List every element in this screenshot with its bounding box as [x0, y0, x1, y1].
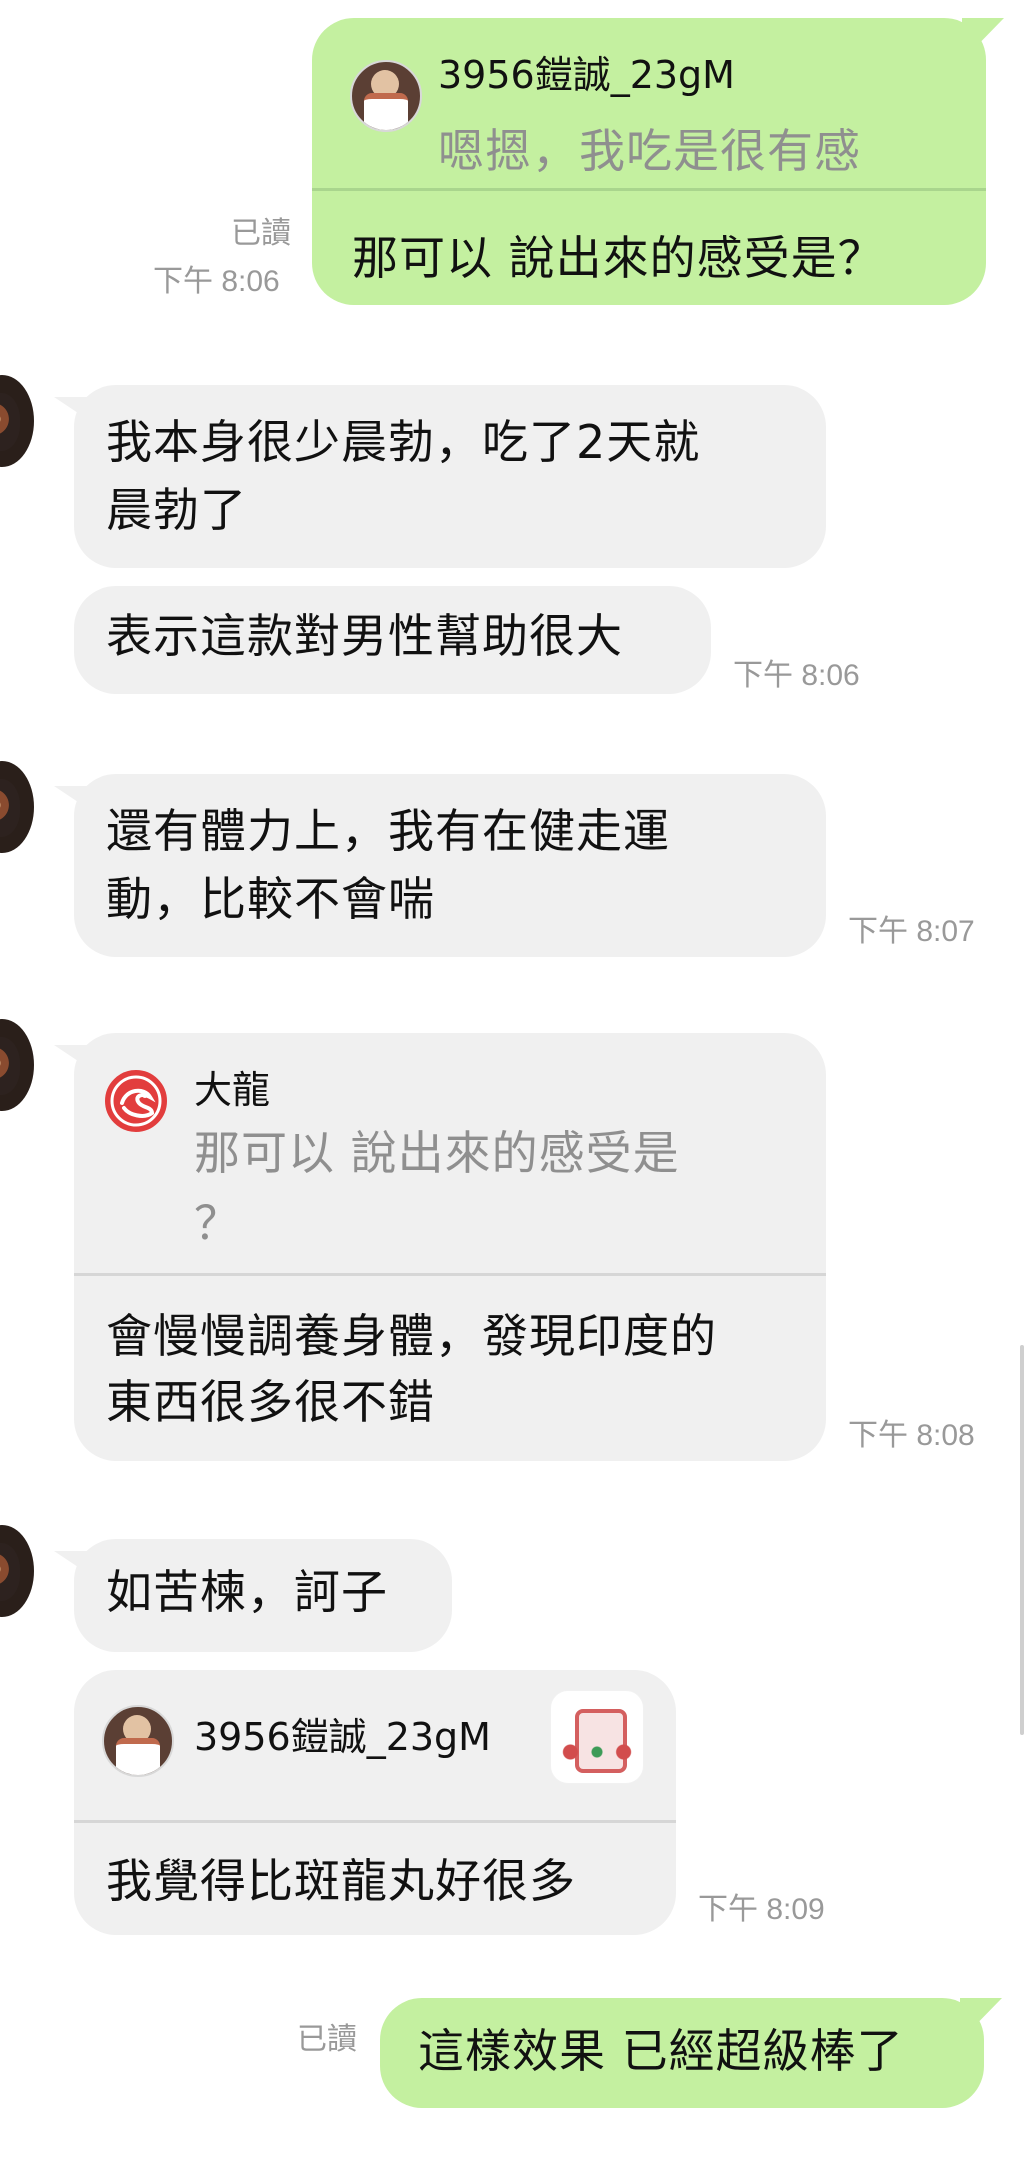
- quote-divider: [312, 188, 986, 191]
- dragon-symbol-icon: [110, 1075, 162, 1127]
- contact-avatar-icon[interactable]: [0, 761, 34, 853]
- message-line: 動，比較不會喘: [106, 872, 435, 926]
- quote-sender-name: 大龍: [194, 1068, 271, 1112]
- vertical-scrollbar[interactable]: [1020, 1345, 1024, 1735]
- contact-avatar-icon[interactable]: [0, 1525, 34, 1617]
- contact-avatar-icon[interactable]: [0, 1019, 34, 1111]
- message-line: 東西很多很不錯: [106, 1375, 435, 1429]
- message-text: 這樣效果 已經超級棒了: [418, 2024, 904, 2078]
- message-line: 晨勃了: [106, 483, 247, 537]
- message-time: 下午 8:08: [848, 1419, 975, 1452]
- message-text: 如苦楝，訶子: [106, 1565, 388, 1619]
- read-status: 已讀: [231, 217, 291, 250]
- received-message-bubble[interactable]: 我本身很少晨勃，吃了2天就 晨勃了: [54, 385, 826, 568]
- product-thumbnail-icon[interactable]: [550, 1690, 644, 1784]
- user-avatar-icon[interactable]: [350, 60, 422, 132]
- quote-sender-name: 3956鎧誠_23gM: [194, 1715, 491, 1759]
- quoted-message-line: 那可以 說出來的感受是: [194, 1126, 680, 1180]
- message-text: 那可以 說出來的感受是？: [352, 231, 885, 285]
- user-avatar-icon[interactable]: [102, 1705, 174, 1777]
- bubble-tail: [54, 1551, 96, 1579]
- bubble-tail: [960, 1998, 1002, 2026]
- received-message-bubble[interactable]: 還有體力上，我有在健走運 動，比較不會喘: [54, 774, 826, 957]
- contact-avatar-icon[interactable]: [0, 375, 34, 467]
- sent-message-bubble[interactable]: 3956鎧誠_23gM 嗯摁，我吃是很有感 那可以 說出來的感受是？: [312, 18, 1004, 305]
- quote-sender-name: 3956鎧誠_23gM: [438, 53, 735, 97]
- message-time: 下午 8:06: [733, 659, 860, 692]
- message-text: 我覺得比斑龍丸好很多: [106, 1854, 576, 1908]
- dragon-logo-icon[interactable]: [102, 1067, 170, 1135]
- message-line: 會慢慢調養身體，發現印度的: [106, 1309, 717, 1363]
- message-time: 下午 8:07: [848, 915, 975, 948]
- quote-divider: [74, 1273, 826, 1276]
- quoted-message-line: ？: [194, 1196, 241, 1250]
- bubble-tail: [54, 397, 96, 425]
- sent-message-bubble[interactable]: 這樣效果 已經超級棒了: [380, 1998, 1002, 2108]
- received-message-bubble[interactable]: 表示這款對男性幫助很大: [74, 586, 711, 694]
- received-message-bubble[interactable]: 如苦楝，訶子: [54, 1539, 452, 1652]
- bubble-tail: [962, 18, 1004, 46]
- message-line: 還有體力上，我有在健走運: [106, 804, 670, 858]
- message-line: 我本身很少晨勃，吃了2天就: [106, 415, 701, 469]
- quote-divider: [74, 1820, 676, 1823]
- received-quoted-message-bubble[interactable]: 3956鎧誠_23gM 我覺得比斑龍丸好很多: [74, 1670, 676, 1935]
- bubble-tail: [54, 786, 96, 814]
- bubble-tail: [54, 1045, 96, 1073]
- message-time: 下午 8:06: [153, 265, 280, 298]
- quoted-message-text: 嗯摁，我吃是很有感: [438, 124, 861, 178]
- message-text: 表示這款對男性幫助很大: [106, 609, 623, 663]
- read-status: 已讀: [297, 2023, 357, 2056]
- received-quoted-message-bubble[interactable]: 大龍 那可以 說出來的感受是 ？ 會慢慢調養身體，發現印度的 東西很多很不錯: [54, 1033, 826, 1461]
- message-time: 下午 8:09: [698, 1893, 825, 1926]
